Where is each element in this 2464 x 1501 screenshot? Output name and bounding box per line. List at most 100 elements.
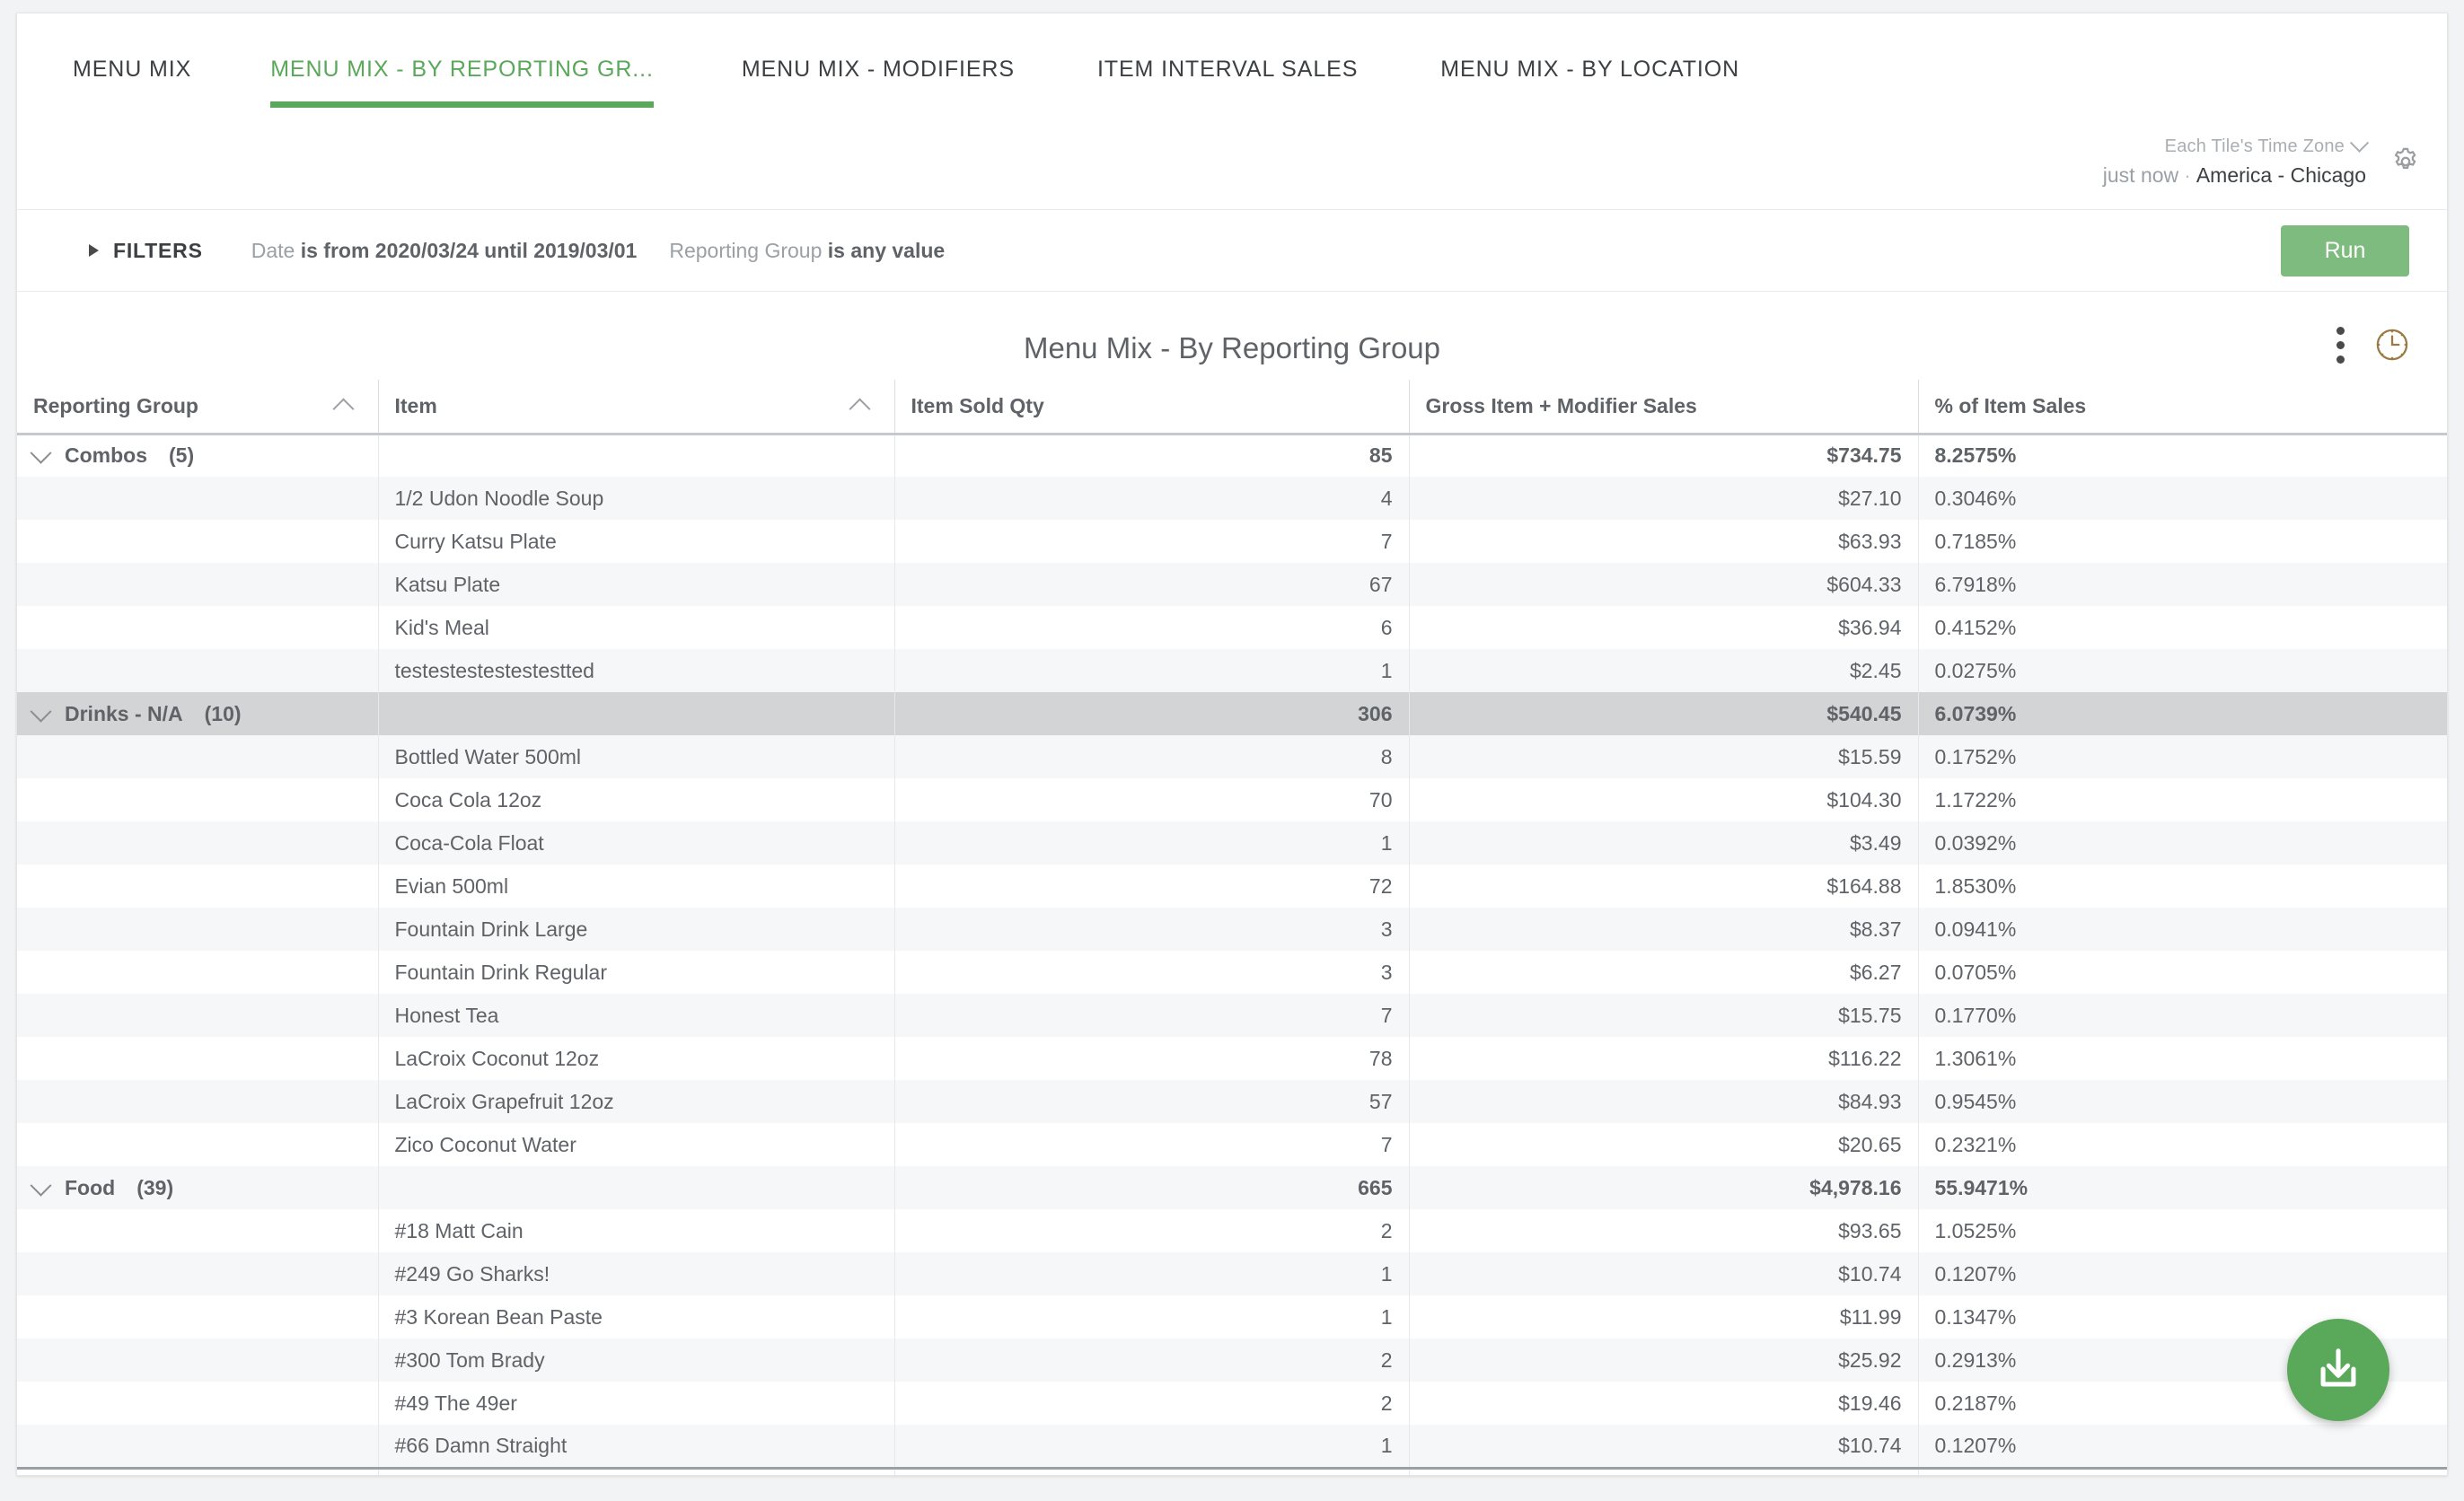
- table-row[interactable]: Fountain Drink Regular 3 $6.27 0.0705%: [17, 951, 2447, 994]
- group-name-cell[interactable]: Food (39): [17, 1166, 378, 1209]
- item-cell: [377, 434, 894, 477]
- table-row[interactable]: #249 Go Sharks! 1 $10.74 0.1207%: [17, 1252, 2447, 1295]
- column-header-reporting-group[interactable]: Reporting Group: [17, 380, 378, 435]
- gross-sales-cell: $15.59: [1408, 735, 1918, 778]
- expand-filters-icon[interactable]: [89, 244, 99, 257]
- table-row[interactable]: #66 Damn Straight 1 $10.74 0.1207%: [17, 1425, 2447, 1468]
- gear-icon[interactable]: [2389, 145, 2422, 178]
- pct-of-item-sales-cell: 8.2575%: [1917, 434, 2447, 477]
- tab-label: ITEM INTERVAL SALES: [1096, 56, 1359, 82]
- pct-of-item-sales-cell: 55.9471%: [1917, 1166, 2447, 1209]
- table-row[interactable]: Bottled Water 500ml 8 $15.59 0.1752%: [17, 735, 2447, 778]
- timezone-selector[interactable]: Each Tile's Time Zone: [2164, 133, 2370, 156]
- data-table-wrapper[interactable]: Reporting Group Item Item Sold Qty Gross…: [17, 380, 2447, 1475]
- table-group-row[interactable]: Combos (5) 85 $734.75 8.2575%: [17, 434, 2447, 477]
- table-row[interactable]: LaCroix Grapefruit 12oz 57 $84.93 0.9545%: [17, 1080, 2447, 1123]
- table-row[interactable]: Zico Coconut Water 7 $20.65 0.2321%: [17, 1123, 2447, 1166]
- filter-field-name: Date: [251, 238, 295, 262]
- filters-toggle-label[interactable]: FILTERS: [113, 239, 203, 263]
- gross-sales-cell: $540.45: [1408, 692, 1918, 735]
- table-row[interactable]: Coca Cola 12oz 70 $104.30 1.1722%: [17, 778, 2447, 821]
- tab-item-interval-sales[interactable]: ITEM INTERVAL SALES: [1097, 13, 1358, 119]
- pct-of-item-sales-cell: 0.9545%: [1917, 1080, 2447, 1123]
- item-sold-qty-cell: 70: [893, 778, 1409, 821]
- table-row[interactable]: #18 Matt Cain 2 $93.65 1.0525%: [17, 1209, 2447, 1252]
- column-header-pct-of-item-sales[interactable]: % of Item Sales: [1917, 380, 2447, 435]
- chevron-down-icon[interactable]: [30, 1174, 52, 1197]
- group-name-cell: [17, 1425, 378, 1468]
- group-name-cell[interactable]: Drinks - N/A (10): [17, 692, 378, 735]
- tab-menu-mix-by-reporting-group[interactable]: MENU MIX - BY REPORTING GR...: [270, 13, 654, 119]
- totals-item-cell: [377, 1466, 894, 1475]
- gross-sales-cell: $6.27: [1408, 951, 1918, 994]
- pct-of-item-sales-cell: 0.0275%: [1917, 649, 2447, 692]
- item-sold-qty-cell: 6: [893, 606, 1409, 649]
- more-options-icon[interactable]: [2336, 326, 2345, 364]
- sort-ascending-icon[interactable]: [848, 398, 871, 420]
- table-row[interactable]: Honest Tea 7 $15.75 0.1770%: [17, 994, 2447, 1037]
- item-sold-qty-cell: 7: [893, 520, 1409, 563]
- group-name-cell: [17, 1252, 378, 1295]
- table-row[interactable]: Evian 500ml 72 $164.88 1.8530%: [17, 865, 2447, 908]
- group-name-cell[interactable]: Combos (5): [17, 434, 378, 477]
- pct-of-item-sales-cell: 0.2321%: [1917, 1123, 2447, 1166]
- table-row[interactable]: Curry Katsu Plate 7 $63.93 0.7185%: [17, 520, 2447, 563]
- table-row[interactable]: #3 Korean Bean Paste 1 $11.99 0.1347%: [17, 1295, 2447, 1339]
- filter-chip-reporting-group[interactable]: Reporting Group is any value: [669, 239, 945, 263]
- group-name-cell: [17, 778, 378, 821]
- table-row[interactable]: #300 Tom Brady 2 $25.92 0.2913%: [17, 1339, 2447, 1382]
- tab-menu-mix-by-location[interactable]: MENU MIX - BY LOCATION: [1440, 13, 1739, 119]
- chevron-down-icon[interactable]: [30, 700, 52, 723]
- group-name-cell: [17, 563, 378, 606]
- tab-menu-mix-modifiers[interactable]: MENU MIX - MODIFIERS: [742, 13, 1015, 119]
- group-count: (39): [136, 1175, 174, 1199]
- table-header-row: Reporting Group Item Item Sold Qty Gross…: [17, 380, 2447, 435]
- item-sold-qty-cell: 67: [893, 563, 1409, 606]
- last-updated-text: just now: [2102, 163, 2179, 187]
- column-header-item[interactable]: Item: [377, 380, 894, 435]
- sort-ascending-icon[interactable]: [331, 398, 355, 420]
- filter-chip-date[interactable]: Date is from 2020/03/24 until 2019/03/01: [251, 239, 638, 263]
- item-cell: Bottled Water 500ml: [377, 735, 894, 778]
- table-row[interactable]: Kid's Meal 6 $36.94 0.4152%: [17, 606, 2447, 649]
- column-header-item-sold-qty[interactable]: Item Sold Qty: [893, 380, 1409, 435]
- pct-of-item-sales-cell: 0.4152%: [1917, 606, 2447, 649]
- table-group-row[interactable]: Food (39) 665 $4,978.16 55.9471%: [17, 1166, 2447, 1209]
- item-cell: #49 The 49er: [377, 1382, 894, 1425]
- table-row[interactable]: testestestestestestted 1 $2.45 0.0275%: [17, 649, 2447, 692]
- pct-of-item-sales-cell: 1.8530%: [1917, 865, 2447, 908]
- totals-gross-sales: $8,897.97: [1408, 1466, 1918, 1475]
- gross-sales-cell: $116.22: [1408, 1037, 1918, 1080]
- item-cell: [377, 692, 894, 735]
- item-sold-qty-cell: 2: [893, 1339, 1409, 1382]
- gross-sales-cell: $3.49: [1408, 821, 1918, 865]
- table-row[interactable]: Fountain Drink Large 3 $8.37 0.0941%: [17, 908, 2447, 951]
- tab-label: MENU MIX - MODIFIERS: [741, 56, 1015, 82]
- table-row[interactable]: 1/2 Udon Noodle Soup 4 $27.10 0.3046%: [17, 477, 2447, 520]
- table-row[interactable]: Katsu Plate 67 $604.33 6.7918%: [17, 563, 2447, 606]
- filters-bar: FILTERS Date is from 2020/03/24 until 20…: [17, 209, 2447, 292]
- item-sold-qty-cell: 8: [893, 735, 1409, 778]
- chevron-down-icon[interactable]: [30, 442, 52, 464]
- table-row[interactable]: Coca-Cola Float 1 $3.49 0.0392%: [17, 821, 2447, 865]
- item-cell: #66 Damn Straight: [377, 1425, 894, 1468]
- item-sold-qty-cell: 85: [893, 434, 1409, 477]
- table-group-row[interactable]: Drinks - N/A (10) 306 $540.45 6.0739%: [17, 692, 2447, 735]
- item-cell: Curry Katsu Plate: [377, 520, 894, 563]
- timezone-selector-label: Each Tile's Time Zone: [2164, 136, 2345, 156]
- group-name-cell: [17, 951, 378, 994]
- table-row[interactable]: #49 The 49er 2 $19.46 0.2187%: [17, 1382, 2447, 1425]
- run-button[interactable]: Run: [2281, 225, 2409, 276]
- clock-icon[interactable]: [2373, 326, 2411, 364]
- item-sold-qty-cell: 3: [893, 951, 1409, 994]
- item-sold-qty-cell: 7: [893, 1123, 1409, 1166]
- group-label: Drinks - N/A: [65, 701, 183, 725]
- column-header-gross-item-modifier-sales[interactable]: Gross Item + Modifier Sales: [1408, 380, 1918, 435]
- download-button[interactable]: [2287, 1319, 2389, 1421]
- tab-menu-mix[interactable]: MENU MIX: [73, 13, 191, 119]
- download-icon: [2320, 1348, 2356, 1387]
- group-count: (5): [169, 443, 195, 468]
- dashboard-tabbar: MENU MIX MENU MIX - BY REPORTING GR... M…: [17, 13, 2447, 119]
- table-row[interactable]: LaCroix Coconut 12oz 78 $116.22 1.3061%: [17, 1037, 2447, 1080]
- item-sold-qty-cell: 1: [893, 1252, 1409, 1295]
